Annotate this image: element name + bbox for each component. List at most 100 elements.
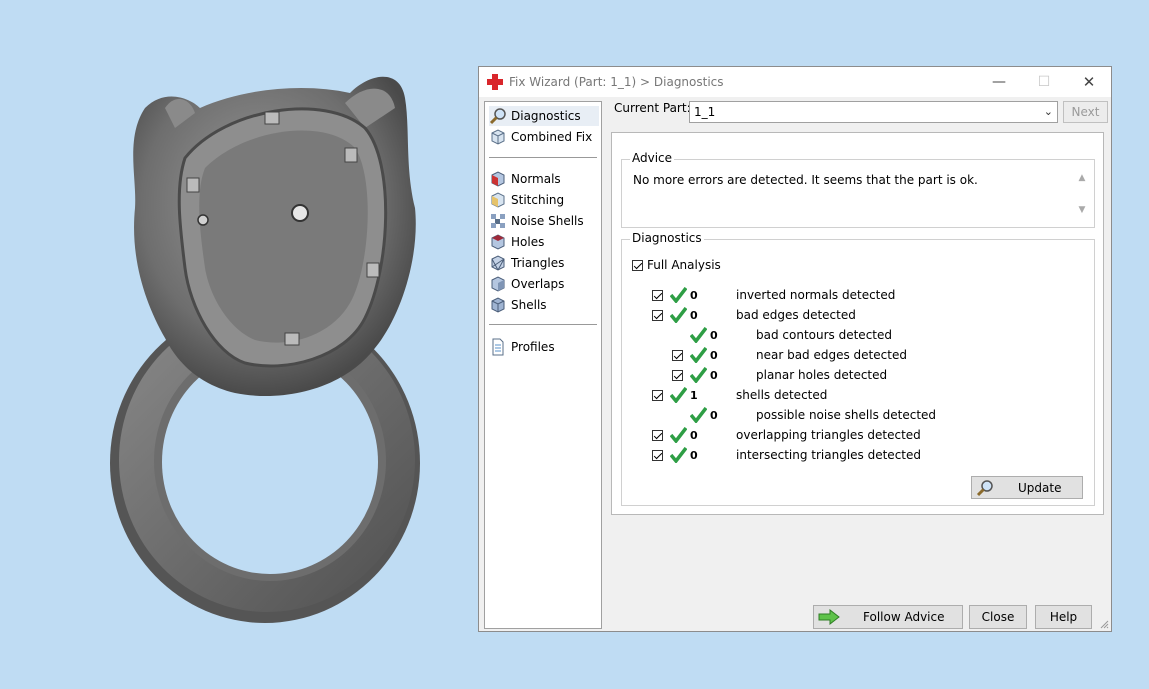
nav-item-diagnostics[interactable]: Diagnostics	[489, 106, 599, 126]
close-button[interactable]: Close	[969, 605, 1027, 629]
current-part-label: Current Part:	[614, 101, 691, 115]
document-icon	[492, 338, 504, 356]
row-description: possible noise shells detected	[756, 408, 937, 422]
advice-scrollbar[interactable]: ▲ ▼	[1076, 173, 1088, 219]
nav-item-stitching[interactable]: Stitching	[489, 190, 599, 210]
nav-item-label: Stitching	[511, 193, 565, 207]
resize-grip-icon[interactable]	[1099, 619, 1109, 629]
nav-item-profiles[interactable]: Profiles	[489, 337, 599, 357]
maximize-button[interactable]: ☐	[1024, 71, 1064, 93]
update-button[interactable]: Update	[971, 476, 1083, 499]
bad-edges-checkbox[interactable]	[652, 310, 663, 321]
row-description: bad edges detected	[736, 308, 856, 322]
chevron-down-icon: ⌄	[1043, 105, 1053, 118]
stitching-cube-icon	[491, 192, 505, 208]
follow-advice-label: Follow Advice	[863, 610, 945, 624]
next-button[interactable]: Next	[1063, 101, 1108, 123]
diagnostics-group: Diagnostics Full Analysis 0 inverted nor…	[621, 231, 1095, 506]
overlaps-cube-icon	[491, 276, 505, 292]
nav-item-label: Noise Shells	[511, 214, 584, 228]
shells-checkbox[interactable]	[652, 390, 663, 401]
nav-item-holes[interactable]: Holes	[489, 232, 599, 252]
follow-advice-button[interactable]: Follow Advice	[813, 605, 963, 629]
green-check-icon	[670, 287, 687, 303]
row-count: 0	[690, 309, 698, 322]
row-count: 0	[690, 429, 698, 442]
nav-item-shells[interactable]: Shells	[489, 295, 599, 315]
magnifier-icon	[976, 480, 993, 497]
row-description: planar holes detected	[756, 368, 888, 382]
nav-item-normals[interactable]: Normals	[489, 169, 599, 189]
near-bad-edges-checkbox[interactable]	[672, 350, 683, 361]
row-count: 0	[710, 369, 718, 382]
red-cross-icon	[487, 74, 503, 90]
advice-text: No more errors are detected. It seems th…	[633, 173, 978, 187]
close-window-button[interactable]: ✕	[1069, 71, 1109, 93]
overlapping-triangles-checkbox[interactable]	[652, 430, 663, 441]
intersecting-triangles-checkbox[interactable]	[652, 450, 663, 461]
current-part-select[interactable]: 1_1 ⌄	[689, 101, 1058, 123]
current-part-value: 1_1	[694, 105, 716, 119]
shells-cube-icon	[491, 297, 505, 313]
row-description: near bad edges detected	[756, 348, 907, 362]
row-description: overlapping triangles detected	[736, 428, 921, 442]
window-title: Fix Wizard (Part: 1_1) > Diagnostics	[509, 75, 724, 89]
normals-cube-icon	[491, 171, 505, 187]
green-check-icon	[690, 347, 707, 363]
scroll-down-icon[interactable]: ▼	[1076, 205, 1088, 215]
cube-icon	[491, 129, 505, 145]
green-check-icon	[670, 447, 687, 463]
row-count: 0	[710, 329, 718, 342]
nav-item-noise-shells[interactable]: Noise Shells	[489, 211, 599, 231]
planar-holes-checkbox[interactable]	[672, 370, 683, 381]
row-description: intersecting triangles detected	[736, 448, 921, 462]
nav-item-label: Holes	[511, 235, 545, 249]
fix-wizard-dialog: Fix Wizard (Part: 1_1) > Diagnostics — ☐…	[478, 66, 1112, 632]
green-check-icon	[670, 387, 687, 403]
inverted-normals-checkbox[interactable]	[652, 290, 663, 301]
update-button-label: Update	[1018, 481, 1062, 495]
nav-item-label: Combined Fix	[511, 130, 593, 144]
row-description: shells detected	[736, 388, 828, 402]
green-check-icon	[690, 407, 707, 423]
diagnostics-title: Diagnostics	[630, 231, 704, 245]
help-button[interactable]: Help	[1035, 605, 1092, 629]
3d-model-viewport[interactable]	[105, 68, 435, 633]
full-analysis-label: Full Analysis	[647, 258, 721, 272]
noise-shells-icon	[491, 214, 505, 228]
green-check-icon	[690, 367, 707, 383]
row-count: 0	[710, 349, 718, 362]
nav-item-label: Profiles	[511, 340, 555, 354]
magnifier-icon	[489, 108, 506, 125]
fix-wizard-nav: Diagnostics Combined Fix Normals Stitchi…	[484, 101, 602, 629]
nav-item-label: Triangles	[511, 256, 565, 270]
diagnostics-panel: Advice No more errors are detected. It s…	[611, 132, 1104, 515]
advice-group: Advice No more errors are detected. It s…	[621, 151, 1095, 228]
nav-item-label: Diagnostics	[511, 109, 581, 123]
holes-cube-icon	[491, 234, 505, 250]
row-count: 0	[690, 289, 698, 302]
green-arrow-right-icon	[818, 609, 840, 625]
nav-item-combined-fix[interactable]: Combined Fix	[489, 127, 599, 147]
row-count: 1	[690, 389, 698, 402]
green-check-icon	[690, 327, 707, 343]
nav-item-label: Overlaps	[511, 277, 565, 291]
full-analysis-checkbox[interactable]	[632, 260, 643, 271]
row-count: 0	[690, 449, 698, 462]
nav-separator	[489, 157, 597, 158]
advice-title: Advice	[630, 151, 675, 165]
row-description: bad contours detected	[756, 328, 892, 342]
nav-separator	[489, 324, 597, 325]
row-count: 0	[710, 409, 718, 422]
green-check-icon	[670, 307, 687, 323]
nav-item-label: Normals	[511, 172, 561, 186]
row-description: inverted normals detected	[736, 288, 896, 302]
green-check-icon	[670, 427, 687, 443]
minimize-button[interactable]: —	[979, 71, 1019, 93]
scroll-up-icon[interactable]: ▲	[1076, 173, 1088, 183]
nav-item-label: Shells	[511, 298, 547, 312]
nav-item-triangles[interactable]: Triangles	[489, 253, 599, 273]
nav-item-overlaps[interactable]: Overlaps	[489, 274, 599, 294]
title-bar[interactable]: Fix Wizard (Part: 1_1) > Diagnostics — ☐…	[479, 67, 1111, 97]
triangles-cube-icon	[491, 255, 505, 271]
